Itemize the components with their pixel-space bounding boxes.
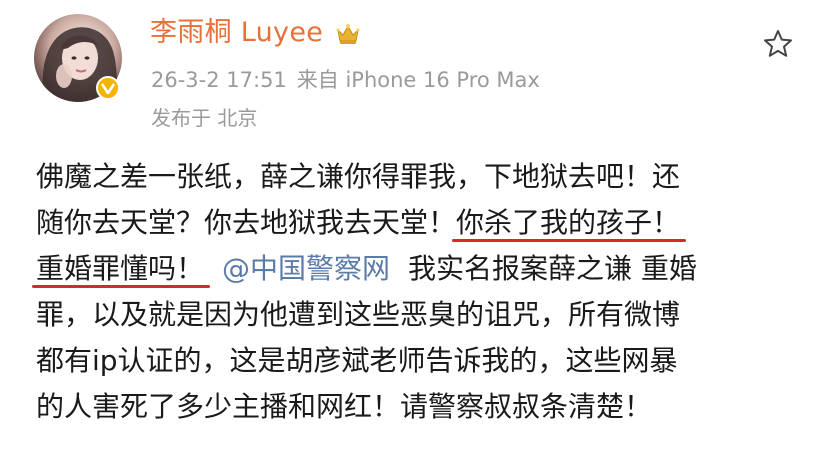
content-line-1: 佛魔之差一张纸，薛之谦你得罪我，下地狱去吧！还 [36, 154, 826, 200]
post-meta: 26-3-2 17:51 来自 iPhone 16 Pro Max [151, 66, 540, 94]
post-location: 发布于 北京 [151, 106, 258, 130]
post-timestamp: 26-3-2 17:51 [151, 68, 287, 92]
highlighted-text: 你杀了我的孩子！ [452, 200, 687, 246]
content-text: 我实名报案薛之谦 重婚 [408, 252, 697, 285]
avatar-container[interactable] [34, 14, 122, 102]
verified-badge-icon [96, 76, 120, 100]
post-source: 来自 iPhone 16 Pro Max [296, 68, 540, 92]
author-name[interactable]: 李雨桐 Luyee [150, 16, 323, 50]
content-text: 佛魔之差一张纸，薛之谦你得罪我，下地狱去吧！还 [36, 160, 681, 193]
content-line-6: 的人害死了多少主播和网红！请警察叔叔条清楚！ [36, 384, 826, 430]
star-icon [764, 30, 792, 57]
post-content: 佛魔之差一张纸，薛之谦你得罪我，下地狱去吧！还 随你去天堂？你去地狱我去天堂！你… [31, 154, 826, 430]
highlighted-text: 重婚罪懂吗！ [31, 246, 211, 292]
content-line-5: 都有ip认证的，这是胡彦斌老师告诉我的，这些网暴 [36, 338, 826, 384]
weibo-post-card: 李雨桐 Luyee 26-3-2 17:51 来自 iPhone 16 Pro M… [0, 0, 836, 452]
mention-link[interactable]: @中国警察网 [222, 252, 390, 285]
content-line-2: 随你去天堂？你去地狱我去天堂！你杀了我的孩子！ [36, 200, 826, 246]
favorite-button[interactable] [760, 26, 796, 62]
content-text: 的人害死了多少主播和网红！请警察叔叔条清楚！ [36, 390, 653, 423]
content-text: 罪，以及就是因为他遭到这些恶臭的诅咒，所有微博 [36, 298, 681, 331]
content-text: 都有ip认证的，这是胡彦斌老师告诉我的，这些网暴 [36, 344, 678, 377]
crown-icon[interactable] [335, 22, 361, 46]
content-text: 随你去天堂？你去地狱我去天堂！ [36, 206, 457, 239]
content-line-3: 重婚罪懂吗！ @中国警察网 我实名报案薛之谦 重婚 [31, 246, 826, 292]
content-line-4: 罪，以及就是因为他遭到这些恶臭的诅咒，所有微博 [36, 292, 826, 338]
